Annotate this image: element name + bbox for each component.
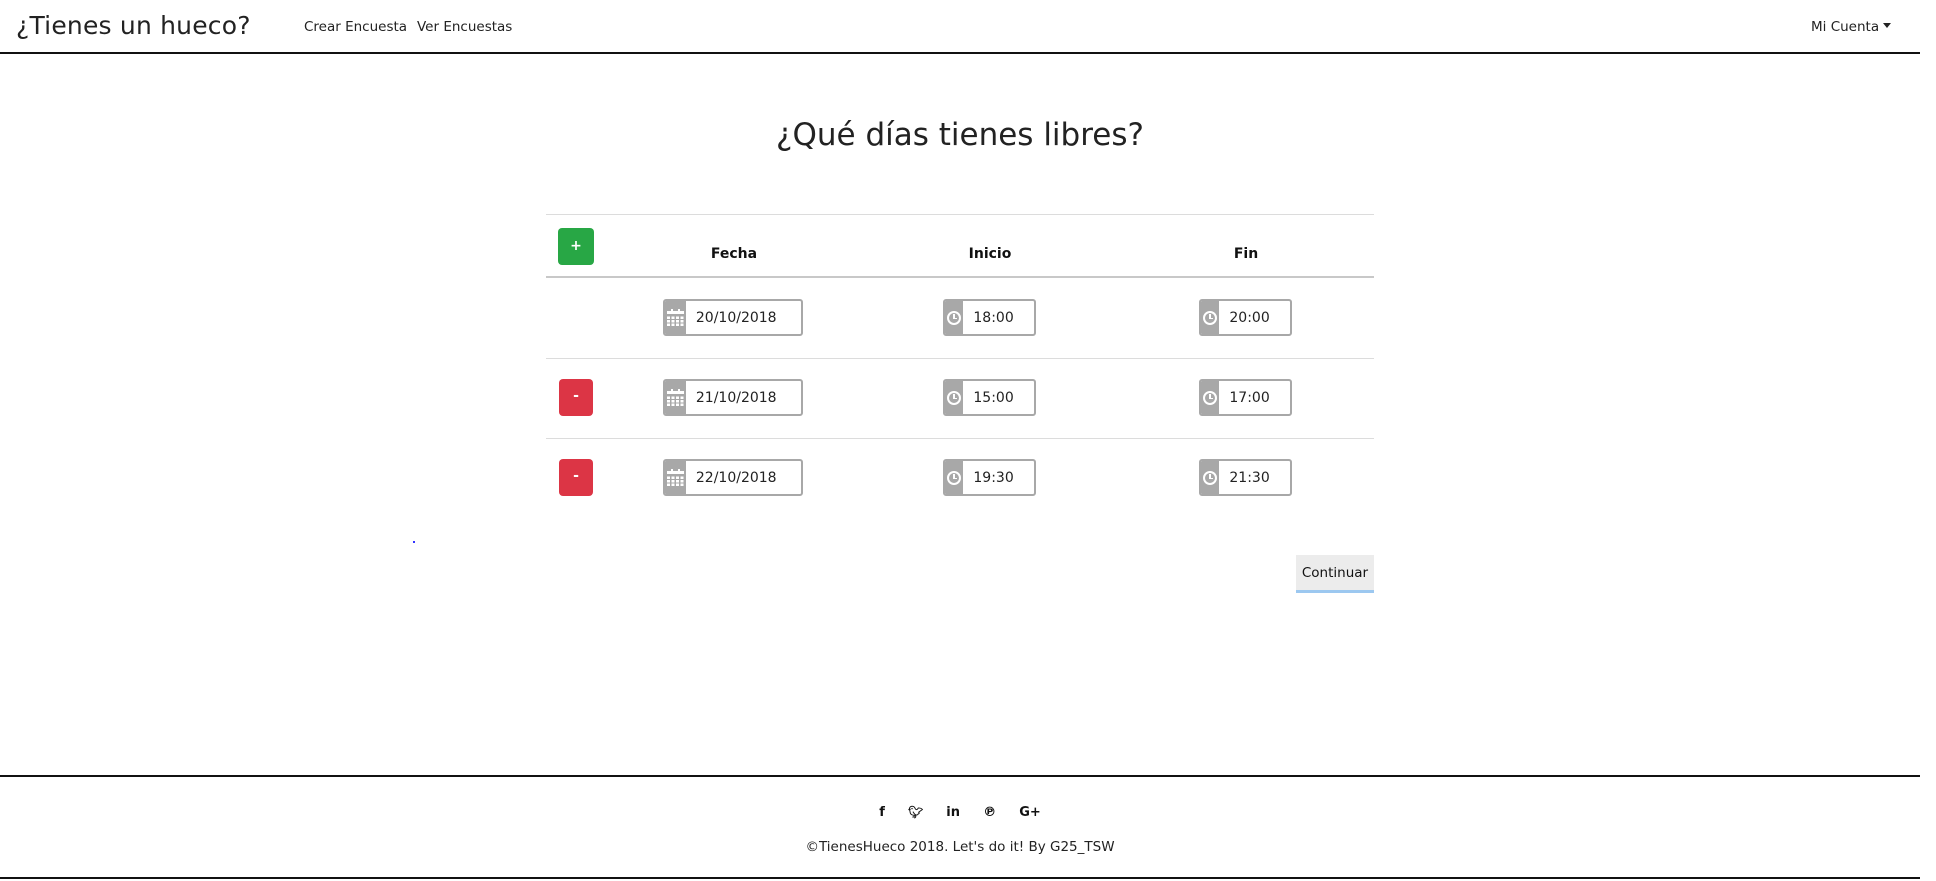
social-links: f 🐦︎ in ℗ G+	[0, 801, 1920, 820]
twitter-icon[interactable]: 🐦︎	[908, 805, 923, 819]
nav-ver-encuestas[interactable]: Ver Encuestas	[417, 19, 512, 35]
facebook-icon[interactable]: f	[879, 805, 885, 820]
start-time-input[interactable]	[963, 301, 1034, 334]
clock-icon[interactable]	[945, 381, 964, 414]
clock-icon[interactable]	[1201, 381, 1220, 414]
row-divider	[546, 358, 1374, 359]
footer: f 🐦︎ in ℗ G+ ©TienesHueco 2018. Let's do…	[0, 775, 1920, 879]
google-plus-icon[interactable]: G+	[1019, 805, 1041, 820]
header-divider	[546, 276, 1374, 278]
table-top-divider	[546, 214, 1374, 215]
navbar: ¿Tienes un hueco? Crear Encuesta Ver Enc…	[0, 0, 1920, 54]
date-field[interactable]	[663, 299, 803, 336]
start-time-input[interactable]	[963, 461, 1034, 494]
clock-icon[interactable]	[945, 301, 964, 334]
calendar-icon[interactable]	[665, 301, 686, 334]
calendar-icon[interactable]	[665, 461, 686, 494]
clock-icon[interactable]	[945, 461, 964, 494]
end-time-field[interactable]	[1199, 299, 1292, 336]
start-time-field[interactable]	[943, 299, 1036, 336]
date-input[interactable]	[685, 461, 801, 494]
remove-row-button[interactable]: -	[559, 379, 593, 416]
chevron-down-icon	[1883, 22, 1892, 28]
date-field[interactable]	[663, 459, 803, 496]
pinterest-icon[interactable]: ℗	[983, 805, 996, 820]
start-time-field[interactable]	[943, 459, 1036, 496]
continue-button[interactable]: Continuar	[1296, 555, 1374, 593]
account-label: Mi Cuenta	[1811, 19, 1880, 35]
header-fecha: Fecha	[710, 246, 758, 262]
copyright-text: ©TienesHueco 2018. Let's do it! By G25_T…	[805, 839, 1115, 855]
account-dropdown[interactable]: Mi Cuenta	[1811, 19, 1892, 35]
brand-logo[interactable]: ¿Tienes un hueco?	[16, 11, 251, 40]
clock-icon[interactable]	[1201, 301, 1220, 334]
date-field[interactable]	[663, 379, 803, 416]
end-time-field[interactable]	[1199, 379, 1292, 416]
header-inicio: Inicio	[968, 246, 1012, 262]
remove-row-button[interactable]: -	[559, 459, 593, 496]
stray-dot	[413, 541, 415, 543]
end-time-input[interactable]	[1219, 301, 1290, 334]
row-divider	[546, 438, 1374, 439]
nav-crear-encuesta[interactable]: Crear Encuesta	[304, 19, 407, 35]
end-time-input[interactable]	[1219, 381, 1290, 414]
right-margin	[1920, 0, 1936, 881]
end-time-input[interactable]	[1219, 461, 1290, 494]
calendar-icon[interactable]	[665, 381, 686, 414]
linkedin-icon[interactable]: in	[946, 805, 960, 820]
clock-icon[interactable]	[1201, 461, 1220, 494]
end-time-field[interactable]	[1199, 459, 1292, 496]
page-title: ¿Qué días tienes libres?	[776, 117, 1144, 153]
date-input[interactable]	[685, 301, 801, 334]
date-input[interactable]	[685, 381, 801, 414]
start-time-field[interactable]	[943, 379, 1036, 416]
start-time-input[interactable]	[963, 381, 1034, 414]
header-fin: Fin	[1233, 246, 1259, 262]
add-row-button[interactable]: +	[558, 228, 594, 265]
